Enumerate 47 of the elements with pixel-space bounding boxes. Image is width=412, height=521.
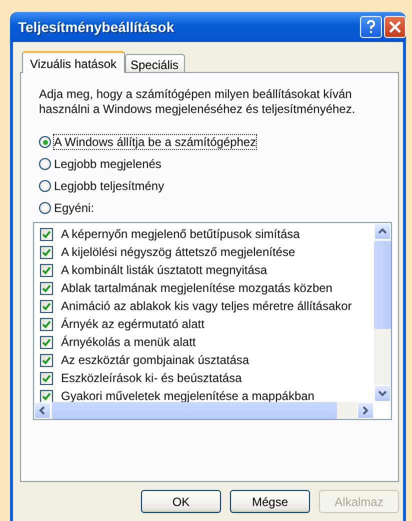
checkbox-label: Az eszköztár gombjainak úsztatása <box>61 353 250 367</box>
checkbox[interactable] <box>40 336 53 348</box>
close-icon <box>389 21 401 33</box>
checkbox-label: A kijelölési négyszög áttetsző megjelenítése <box>61 245 296 259</box>
checkbox-label: Árnyékolás a menük alatt <box>61 335 196 349</box>
dialog-button[interactable]: Mégse <box>230 490 310 513</box>
checkbox-label: Ablak tartalmának megjelenítése mozgatás közben <box>61 281 332 295</box>
checkbox[interactable] <box>40 228 53 240</box>
checkbox[interactable] <box>40 354 53 366</box>
radio-option[interactable]: Egyéni: <box>39 197 94 219</box>
radio-option[interactable]: Legjobb teljesítmény <box>39 175 164 197</box>
radio-button[interactable] <box>39 136 51 148</box>
scroll-thumb[interactable] <box>52 402 337 419</box>
horizontal-scrollbar[interactable] <box>34 402 374 419</box>
radio-button[interactable] <box>39 158 51 170</box>
radio-button[interactable] <box>39 202 51 214</box>
close-button[interactable] <box>384 16 406 38</box>
radio-button[interactable] <box>39 180 51 192</box>
scroll-right-button[interactable] <box>357 402 374 419</box>
radio-option[interactable]: Legjobb megjelenés <box>39 153 162 175</box>
checkbox[interactable] <box>40 300 53 312</box>
radio-option[interactable]: A Windows állítja be a számítógéphez <box>39 131 256 153</box>
checkbox-label: Árnyék az egérmutató alatt <box>61 317 204 331</box>
question-mark-icon <box>366 20 376 34</box>
window-title: Teljesítménybeállítások <box>18 19 176 35</box>
description-text: Adja meg, hogy a számítógépen milyen beállításokat kíván használni a Windows megjelenéséhez és teljesítményéhez. <box>39 87 356 117</box>
checkbox-label: A képernyőn megjelenő betűtípusok simítása <box>61 227 300 241</box>
tab[interactable]: Vizuális hatások <box>22 51 124 73</box>
help-button[interactable] <box>360 16 382 38</box>
checkbox-label: A kombinált listák úsztatott megnyitása <box>61 263 268 277</box>
checkbox[interactable] <box>40 372 53 384</box>
checkbox[interactable] <box>40 282 53 294</box>
checkbox[interactable] <box>40 390 53 402</box>
tab[interactable]: Speciális <box>124 54 185 72</box>
chevron-icon <box>360 405 371 416</box>
chevron-icon <box>377 388 388 399</box>
scroll-left-button[interactable] <box>34 402 51 419</box>
checkbox-label: Eszközleírások ki- és beúsztatása <box>61 371 242 385</box>
checkbox-label: Animáció az ablakok kis vagy teljes méretre állításakor <box>61 299 352 313</box>
scroll-down-button[interactable] <box>374 385 391 402</box>
checkbox[interactable] <box>40 318 53 330</box>
dialog-button[interactable]: OK <box>141 490 221 513</box>
vertical-scrollbar[interactable] <box>374 223 391 402</box>
scroll-thumb[interactable] <box>374 241 391 329</box>
checkbox[interactable] <box>40 246 53 258</box>
scroll-up-button[interactable] <box>374 223 391 240</box>
checkbox[interactable] <box>40 264 53 276</box>
